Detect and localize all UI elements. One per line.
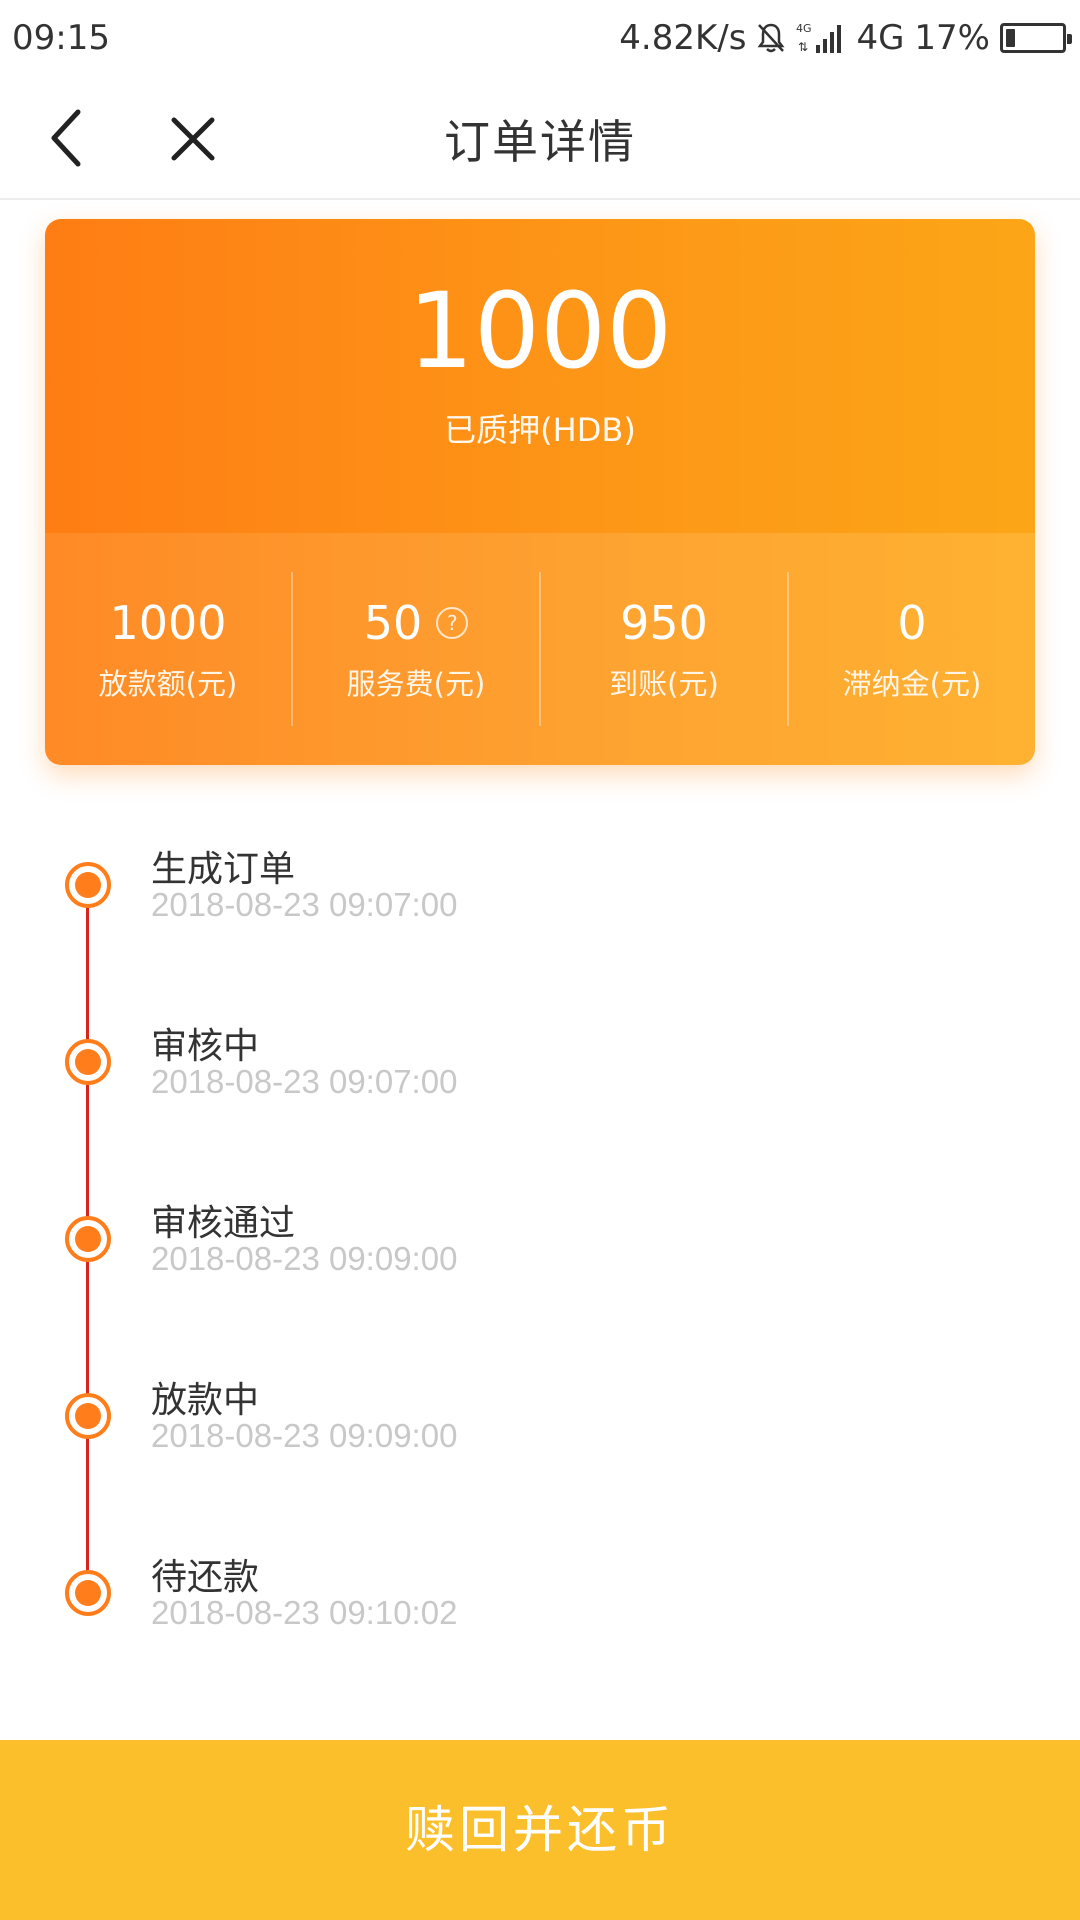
step-time: 2018-08-23 09:07:00 <box>151 886 458 923</box>
timeline-step: 审核中 2018-08-23 09:07:00 <box>0 987 1080 1127</box>
step-title: 审核通过 <box>151 1203 296 1244</box>
status-indicators: 4.82K/s 4G ⇅ 4G 17% <box>619 18 1072 58</box>
timeline-step: 放款中 2018-08-23 09:09:00 <box>0 1341 1080 1481</box>
status-bar: 09:15 4.82K/s 4G ⇅ 4G 17% <box>0 0 1080 76</box>
step-title: 待还款 <box>151 1557 260 1598</box>
step-time: 2018-08-23 09:09:00 <box>151 1240 458 1277</box>
stat-service-fee: 50 ? 服务费(元) <box>293 572 541 726</box>
step-title: 放款中 <box>151 1380 260 1421</box>
stat-label: 放款额(元) <box>98 667 238 701</box>
stat-loan-amount: 1000 放款额(元) <box>45 572 293 726</box>
pledged-amount: 1000 <box>407 270 673 392</box>
stat-late-fee: 0 滞纳金(元) <box>789 572 1035 726</box>
loan-stats: 1000 放款额(元) 50 ? 服务费(元) 950 到账(元) 0 滞纳金(… <box>45 533 1035 765</box>
bell-off-icon <box>756 22 786 54</box>
help-icon[interactable]: ? <box>436 607 469 639</box>
stat-value: 0 <box>897 596 927 650</box>
network-type: 4G <box>856 18 905 58</box>
step-title: 生成订单 <box>151 849 296 890</box>
timeline-step: 审核通过 2018-08-23 09:09:00 <box>0 1164 1080 1304</box>
timeline-dot-icon <box>65 1570 111 1616</box>
battery-icon <box>1000 23 1072 53</box>
timeline-dot-icon <box>65 1393 111 1439</box>
timeline-step: 生成订单 2018-08-23 09:07:00 <box>0 810 1080 950</box>
pledged-label: 已质押(HDB) <box>444 411 636 449</box>
stat-value: 950 <box>620 596 708 650</box>
battery-percent: 17% <box>914 18 990 58</box>
stat-value: 1000 <box>109 596 227 650</box>
timeline-step: 待还款 2018-08-23 09:10:02 <box>0 1518 1080 1658</box>
stat-received: 950 到账(元) <box>541 572 789 726</box>
stat-value: 50 <box>363 596 423 650</box>
battery-fill <box>1006 29 1016 47</box>
redeem-and-repay-button[interactable]: 赎回并还币 <box>0 1740 1080 1920</box>
timeline-dot-icon <box>65 862 111 908</box>
timeline-dot-icon <box>65 1216 111 1262</box>
status-time: 09:15 <box>12 18 110 58</box>
step-time: 2018-08-23 09:09:00 <box>151 1417 458 1454</box>
svg-text:⇅: ⇅ <box>798 40 808 54</box>
step-time: 2018-08-23 09:10:02 <box>151 1594 458 1631</box>
pledge-header: 1000 已质押(HDB) <box>45 219 1035 533</box>
stat-label: 服务费(元) <box>346 667 486 701</box>
timeline-dot-icon <box>65 1039 111 1085</box>
svg-text:4G: 4G <box>796 22 812 35</box>
stat-label: 滞纳金(元) <box>842 667 982 701</box>
network-speed: 4.82K/s <box>619 18 747 58</box>
stat-label: 到账(元) <box>609 667 719 701</box>
pledge-summary-card: 1000 已质押(HDB) 1000 放款额(元) 50 ? 服务费(元) 95… <box>45 219 1035 765</box>
page-title: 订单详情 <box>444 115 636 169</box>
nav-bar: 订单详情 <box>0 76 1080 200</box>
step-title: 审核中 <box>151 1026 260 1067</box>
order-detail-screen: 09:15 4.82K/s 4G ⇅ 4G 17% 订单详情 1000 已质押(… <box>0 0 1080 1920</box>
signal-4g-icon: 4G ⇅ <box>796 21 846 55</box>
step-time: 2018-08-23 09:07:00 <box>151 1063 458 1100</box>
